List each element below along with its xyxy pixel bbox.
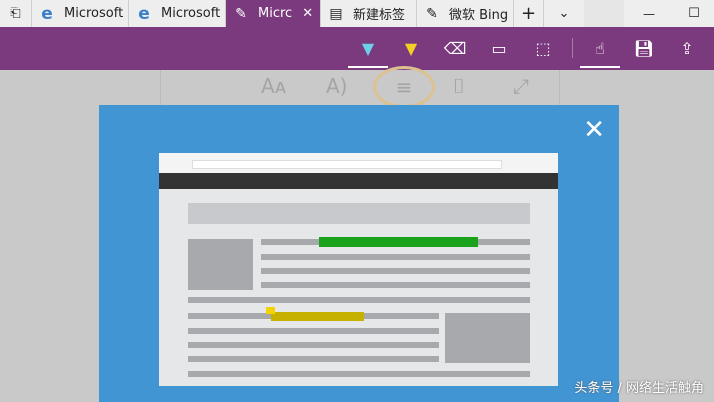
- save-icon: 💾︎: [633, 39, 655, 58]
- save-button[interactable]: 💾︎: [622, 27, 666, 70]
- illustration-addressbar: [159, 153, 558, 173]
- edge-icon: e: [138, 3, 150, 24]
- tutorial-overlay: ✕: [99, 105, 619, 402]
- tab-title: Microsoft: [64, 6, 124, 21]
- maximize-button[interactable]: ☐: [674, 0, 714, 27]
- tab[interactable]: e Microsoft: [32, 0, 129, 27]
- tab-aside-icon: ⎗: [10, 6, 21, 21]
- clip-icon: ⬚: [535, 39, 551, 58]
- tab[interactable]: e Microsoft: [129, 0, 226, 27]
- tab-title: Micrc: [258, 6, 293, 21]
- web-note-icon: ✎: [235, 5, 247, 22]
- share-button[interactable]: ⇪: [665, 27, 709, 70]
- note-marker-icon: [266, 307, 275, 314]
- pen-button[interactable]: ▼: [346, 27, 390, 70]
- read-aloud-icon[interactable]: A): [326, 74, 347, 98]
- tab-title: 新建标签: [353, 8, 406, 23]
- divider: [572, 38, 573, 58]
- tab[interactable]: ✎ 微软 Bing: [417, 0, 514, 27]
- green-highlight: [319, 237, 478, 247]
- yellow-highlight: [271, 312, 364, 321]
- web-note-icon: ✎: [426, 5, 438, 22]
- add-note-button[interactable]: ▭: [477, 27, 521, 70]
- close-tab-icon[interactable]: ✕: [302, 6, 313, 21]
- tab-title: 微软 Bing: [449, 8, 509, 23]
- edge-icon: e: [41, 3, 53, 24]
- close-icon[interactable]: ✕: [583, 117, 605, 143]
- tab-list-button[interactable]: ⌄: [544, 0, 584, 27]
- highlighter-button[interactable]: ▼: [389, 27, 433, 70]
- comment-icon: ▭: [491, 39, 507, 58]
- illustration: [159, 153, 558, 386]
- touch-icon: ☝: [595, 39, 605, 58]
- minimize-button[interactable]: —: [624, 0, 674, 27]
- fullscreen-icon[interactable]: ⤢: [513, 74, 529, 98]
- touch-write-button[interactable]: ☝: [578, 27, 622, 70]
- notes-icon[interactable]: ≡: [373, 66, 435, 108]
- new-tab-button[interactable]: +: [514, 0, 544, 27]
- bookmark-icon[interactable]: ⌷: [453, 74, 465, 98]
- new-tab-icon: ▤: [329, 5, 343, 22]
- tab[interactable]: ▤ 新建标签: [321, 0, 417, 27]
- tab-bar: ⎗ e Microsoft e Microsoft ✎ Micrc ✕ ▤ 新建标签 ✎ 微…: [0, 0, 714, 27]
- eraser-icon: ⌫: [443, 39, 467, 58]
- illustration-toolbar: [159, 173, 558, 189]
- clip-button[interactable]: ⬚: [521, 27, 565, 70]
- web-note-toolbar: ▼ ▼ ⌫ ▭ ⬚ ☝ 💾︎ ⇪: [0, 27, 714, 70]
- tab-active[interactable]: ✎ Micrc ✕: [226, 0, 321, 27]
- text-size-icon[interactable]: Aᴀ: [261, 74, 287, 98]
- eraser-button[interactable]: ⌫: [433, 27, 477, 70]
- tab-title: Microsoft: [161, 6, 221, 21]
- pen-icon: ▼: [361, 39, 375, 58]
- watermark: 头条号 / 网络生活触角: [574, 381, 704, 396]
- reading-toolbar: Aᴀ A) ≡ ⌷ ⤢: [160, 66, 560, 108]
- tab-aside-button[interactable]: ⎗: [0, 0, 32, 27]
- share-icon: ⇪: [680, 39, 694, 58]
- highlighter-icon: ▼: [404, 39, 418, 58]
